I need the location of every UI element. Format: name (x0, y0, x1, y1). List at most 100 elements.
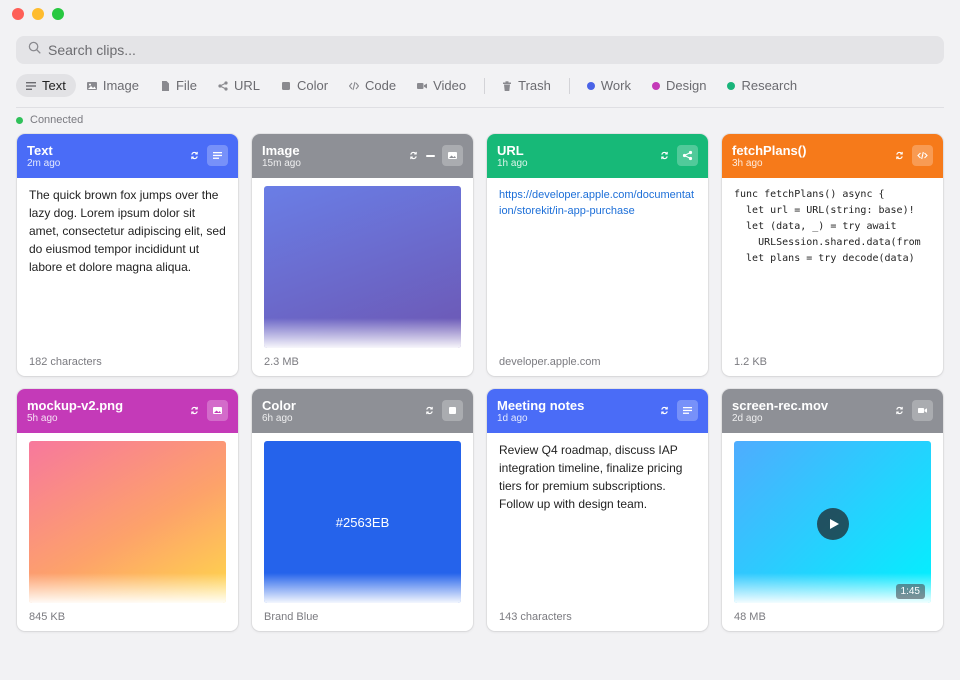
sync-icon[interactable] (187, 149, 201, 163)
filter-bar: Text Image File URL Color Code Video Tra… (16, 74, 808, 97)
card-time: 2d ago (732, 413, 763, 424)
card-time: 6h ago (262, 413, 293, 424)
minus-icon[interactable] (426, 154, 435, 157)
card-header: URL 1h ago (487, 134, 708, 178)
collection-label: Research (741, 78, 798, 93)
video-duration: 1:45 (895, 584, 925, 599)
text-lines-icon (26, 81, 36, 91)
collection-design[interactable]: Design (642, 74, 716, 97)
sync-icon[interactable] (187, 404, 201, 418)
collection-dot (727, 81, 736, 90)
status-dot (16, 116, 23, 124)
search-icon (28, 41, 41, 59)
clip-card-url[interactable]: URL 1h ago https://developer.apple.com/d… (487, 134, 708, 376)
card-header: Color 6h ago (252, 389, 473, 433)
video-icon (417, 81, 428, 91)
filter-separator (568, 77, 570, 94)
card-text: The quick brown fox jumps over the lazy … (29, 188, 226, 274)
clip-card-code[interactable]: fetchPlans() 3h ago func fetchPlans() as… (722, 134, 943, 376)
url-link[interactable]: https://developer.apple.com/documentatio… (487, 178, 708, 228)
collection-dot (586, 81, 595, 90)
card-title: mockup-v2.png (27, 398, 124, 413)
share-icon[interactable] (677, 145, 698, 166)
video-thumbnail[interactable]: 1:45 (734, 441, 931, 603)
filter-url[interactable]: URL (208, 74, 270, 97)
card-footer: 182 characters (29, 356, 102, 368)
connection-status: Connected (16, 114, 83, 126)
sync-icon[interactable] (892, 149, 906, 163)
filter-label: Code (365, 78, 397, 93)
color-swatch[interactable]: #2563EB (264, 441, 461, 603)
collection-research[interactable]: Research (717, 74, 807, 97)
card-title: Image (262, 143, 300, 158)
text-icon[interactable] (207, 145, 228, 166)
card-title: Meeting notes (497, 398, 585, 413)
clip-card-video[interactable]: screen-rec.mov 2d ago 1:45 48 MB (722, 389, 943, 631)
play-icon[interactable] (817, 508, 849, 540)
collection-label: Work (600, 78, 631, 93)
clip-card-mockup[interactable]: mockup-v2.png 5h ago 845 KB (17, 389, 238, 631)
filter-image[interactable]: Image (77, 74, 149, 97)
card-footer: 1.2 KB (734, 356, 768, 368)
clip-card-text[interactable]: Text 2m ago The quick brown fox jumps ov… (17, 134, 238, 376)
sync-icon[interactable] (657, 404, 671, 418)
image-icon[interactable] (207, 400, 228, 421)
sync-icon[interactable] (892, 404, 906, 418)
filter-label: Video (433, 78, 467, 93)
close-window-button[interactable] (12, 8, 24, 20)
image-thumbnail[interactable] (264, 186, 461, 348)
file-icon (160, 80, 170, 91)
image-thumbnail[interactable] (29, 441, 226, 603)
window-controls (12, 8, 64, 20)
card-title: screen-rec.mov (732, 398, 829, 413)
filter-text[interactable]: Text (16, 74, 76, 97)
filter-trash[interactable]: Trash (492, 74, 561, 97)
card-footer: developer.apple.com (499, 356, 601, 368)
filter-separator (484, 77, 486, 94)
clip-card-image[interactable]: Image 15m ago 2.3 MB (252, 134, 473, 376)
trash-icon (502, 80, 512, 91)
text-icon[interactable] (677, 400, 698, 421)
collection-label: Design (665, 78, 707, 93)
sync-icon[interactable] (406, 149, 420, 163)
search-bar[interactable] (16, 36, 944, 64)
card-title: Color (262, 398, 296, 413)
card-time: 5h ago (27, 413, 58, 424)
image-icon[interactable] (442, 145, 463, 166)
card-title: Text (27, 143, 53, 158)
collection-work[interactable]: Work (577, 74, 641, 97)
card-time: 1h ago (497, 158, 528, 169)
filter-code[interactable]: Code (339, 74, 406, 97)
minimize-window-button[interactable] (32, 8, 44, 20)
filter-label: Text (42, 78, 66, 93)
search-input[interactable] (48, 42, 928, 58)
card-footer: 2.3 MB (264, 356, 299, 368)
card-header: mockup-v2.png 5h ago (17, 389, 238, 433)
card-footer: 143 characters (499, 611, 572, 623)
filter-color[interactable]: Color (271, 74, 338, 97)
sync-icon[interactable] (657, 149, 671, 163)
sync-icon[interactable] (422, 404, 436, 418)
filter-label: Trash (518, 78, 551, 93)
collection-dot (651, 81, 660, 90)
code-icon (349, 81, 360, 91)
card-header: Meeting notes 1d ago (487, 389, 708, 433)
clip-card-color[interactable]: Color 6h ago #2563EB Brand Blue (252, 389, 473, 631)
video-icon[interactable] (912, 400, 933, 421)
color-swatch-icon (281, 81, 291, 91)
filter-label: URL (233, 78, 260, 93)
code-icon[interactable] (912, 145, 933, 166)
card-header: Image 15m ago (252, 134, 473, 178)
clip-card-meeting-notes[interactable]: Meeting notes 1d ago Review Q4 roadmap, … (487, 389, 708, 631)
card-title: fetchPlans() (732, 143, 807, 158)
color-swatch-icon[interactable] (442, 400, 463, 421)
card-header: fetchPlans() 3h ago (722, 134, 943, 178)
card-title: URL (497, 143, 524, 158)
card-footer: Brand Blue (264, 611, 319, 623)
zoom-window-button[interactable] (52, 8, 64, 20)
filter-file[interactable]: File (150, 74, 207, 97)
card-header: Text 2m ago (17, 134, 238, 178)
card-time: 15m ago (262, 158, 301, 169)
filter-label: File (175, 78, 197, 93)
filter-video[interactable]: Video (407, 74, 476, 97)
